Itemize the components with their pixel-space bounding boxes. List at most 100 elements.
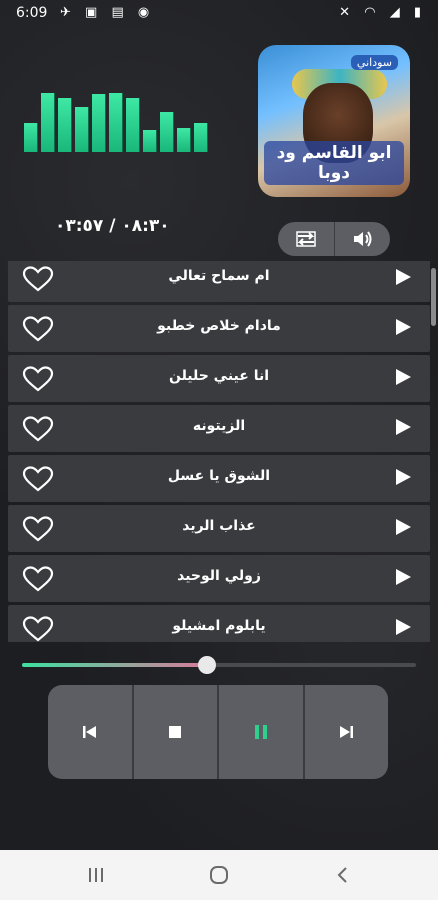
recent-apps-button[interactable] [76, 863, 116, 887]
heart-icon [22, 266, 54, 292]
equalizer-bar [126, 98, 140, 152]
song-row[interactable]: انا عيني حليلن [8, 355, 430, 402]
song-row[interactable]: ام سماح تعالي [8, 261, 430, 302]
signal-icon: ◢ [389, 5, 405, 20]
list-scrollbar[interactable] [431, 268, 436, 326]
song-row[interactable]: الزيتونه [8, 405, 430, 452]
playback-controls [48, 685, 388, 779]
heart-icon [22, 466, 54, 492]
heart-icon [22, 566, 54, 592]
favorite-button[interactable] [22, 316, 54, 346]
song-title: زولي الوحيد [177, 568, 261, 584]
equalizer-bar [24, 123, 38, 152]
heart-icon [22, 316, 54, 342]
status-time: 6:09 [16, 5, 48, 21]
equalizer-bar [143, 130, 157, 152]
album-art: سوداني ابو القاسم ود دوبا [258, 45, 410, 197]
wifi-icon: ◠ [364, 5, 381, 20]
seek-bar[interactable] [22, 656, 416, 674]
play-icon [396, 369, 411, 385]
song-row[interactable]: عذاب الريد [8, 505, 430, 552]
heart-icon [22, 516, 54, 542]
time-display: ٠٨:٣٠ / ٠٣:٥٧ [55, 216, 170, 236]
recent-apps-icon [89, 868, 103, 882]
song-title: انا عيني حليلن [168, 368, 270, 384]
play-button[interactable] [394, 618, 412, 640]
play-button[interactable] [394, 568, 412, 590]
stop-button[interactable] [131, 685, 218, 779]
whatsapp-icon: ◉ [137, 5, 155, 20]
favorite-button[interactable] [22, 516, 54, 546]
previous-button[interactable] [48, 685, 132, 779]
play-button[interactable] [394, 268, 412, 290]
play-button[interactable] [394, 518, 412, 540]
equalizer-bar [58, 98, 72, 152]
song-row[interactable]: الشوق يا عسل [8, 455, 430, 502]
status-bar: 6:09 ✈ ▣ ▤ ◉ ✕ ◠ ◢ ▮ [0, 0, 438, 28]
favorite-button[interactable] [22, 416, 54, 446]
equalizer-bar [194, 123, 208, 152]
skip-previous-icon [82, 726, 96, 738]
song-title: ام سماح تعالي [168, 268, 270, 284]
equalizer-bar [109, 93, 123, 152]
seek-bar-fill [22, 663, 207, 667]
song-title: عذاب الريد [182, 518, 256, 534]
play-button[interactable] [394, 468, 412, 490]
heart-icon [22, 616, 54, 642]
skip-next-icon [340, 726, 354, 738]
favorite-button[interactable] [22, 616, 54, 642]
play-icon [396, 569, 411, 585]
stop-icon [169, 726, 182, 738]
favorite-button[interactable] [22, 566, 54, 596]
home-icon [210, 866, 228, 884]
play-icon [396, 319, 411, 335]
gallery-icon: ▤ [111, 5, 129, 20]
repeat-icon [296, 231, 316, 247]
volume-button[interactable] [333, 222, 391, 256]
album-title: ابو القاسم ود دوبا [264, 141, 404, 185]
mute-icon: ✕ [339, 5, 356, 20]
system-icons: ✕ ◠ ◢ ▮ [339, 5, 426, 20]
equalizer-bar [160, 112, 174, 152]
heart-icon [22, 366, 54, 392]
play-icon [396, 469, 411, 485]
equalizer-bar [92, 94, 106, 152]
play-button[interactable] [394, 418, 412, 440]
song-title: يابلوم امشيلو [172, 618, 266, 634]
pause-icon [254, 725, 267, 739]
repeat-button[interactable] [278, 222, 334, 256]
heart-icon [22, 416, 54, 442]
next-button[interactable] [302, 685, 389, 779]
album-tag: سوداني [350, 55, 398, 70]
image-icon: ▣ [85, 5, 103, 20]
back-button[interactable] [322, 863, 362, 887]
song-row[interactable]: زولي الوحيد [8, 555, 430, 602]
notification-icons: ✈ ▣ ▤ ◉ [60, 5, 154, 20]
equalizer-bar [41, 93, 55, 152]
favorite-button[interactable] [22, 266, 54, 296]
telegram-icon: ✈ [60, 5, 76, 20]
home-button[interactable] [199, 863, 239, 887]
play-icon [396, 419, 411, 435]
system-navigation-bar [0, 850, 438, 900]
favorite-button[interactable] [22, 466, 54, 496]
play-icon [396, 519, 411, 535]
volume-icon [354, 231, 372, 247]
back-icon [337, 867, 347, 883]
equalizer-bar [75, 107, 89, 152]
favorite-button[interactable] [22, 366, 54, 396]
equalizer-visualizer [24, 88, 214, 152]
pause-button[interactable] [217, 685, 303, 779]
song-list[interactable]: ام سماح تعالي مادام خلاص خطبو انا عيني حلي… [8, 261, 430, 642]
repeat-volume-group [278, 222, 390, 256]
battery-icon: ▮ [413, 5, 426, 20]
play-icon [396, 619, 411, 635]
play-button[interactable] [394, 368, 412, 390]
song-title: مادام خلاص خطبو [157, 318, 281, 334]
song-row[interactable]: مادام خلاص خطبو [8, 305, 430, 352]
play-button[interactable] [394, 318, 412, 340]
song-title: الزيتونه [192, 418, 246, 434]
seek-bar-thumb[interactable] [198, 656, 216, 674]
song-row[interactable]: يابلوم امشيلو [8, 605, 430, 642]
play-icon [396, 269, 411, 285]
